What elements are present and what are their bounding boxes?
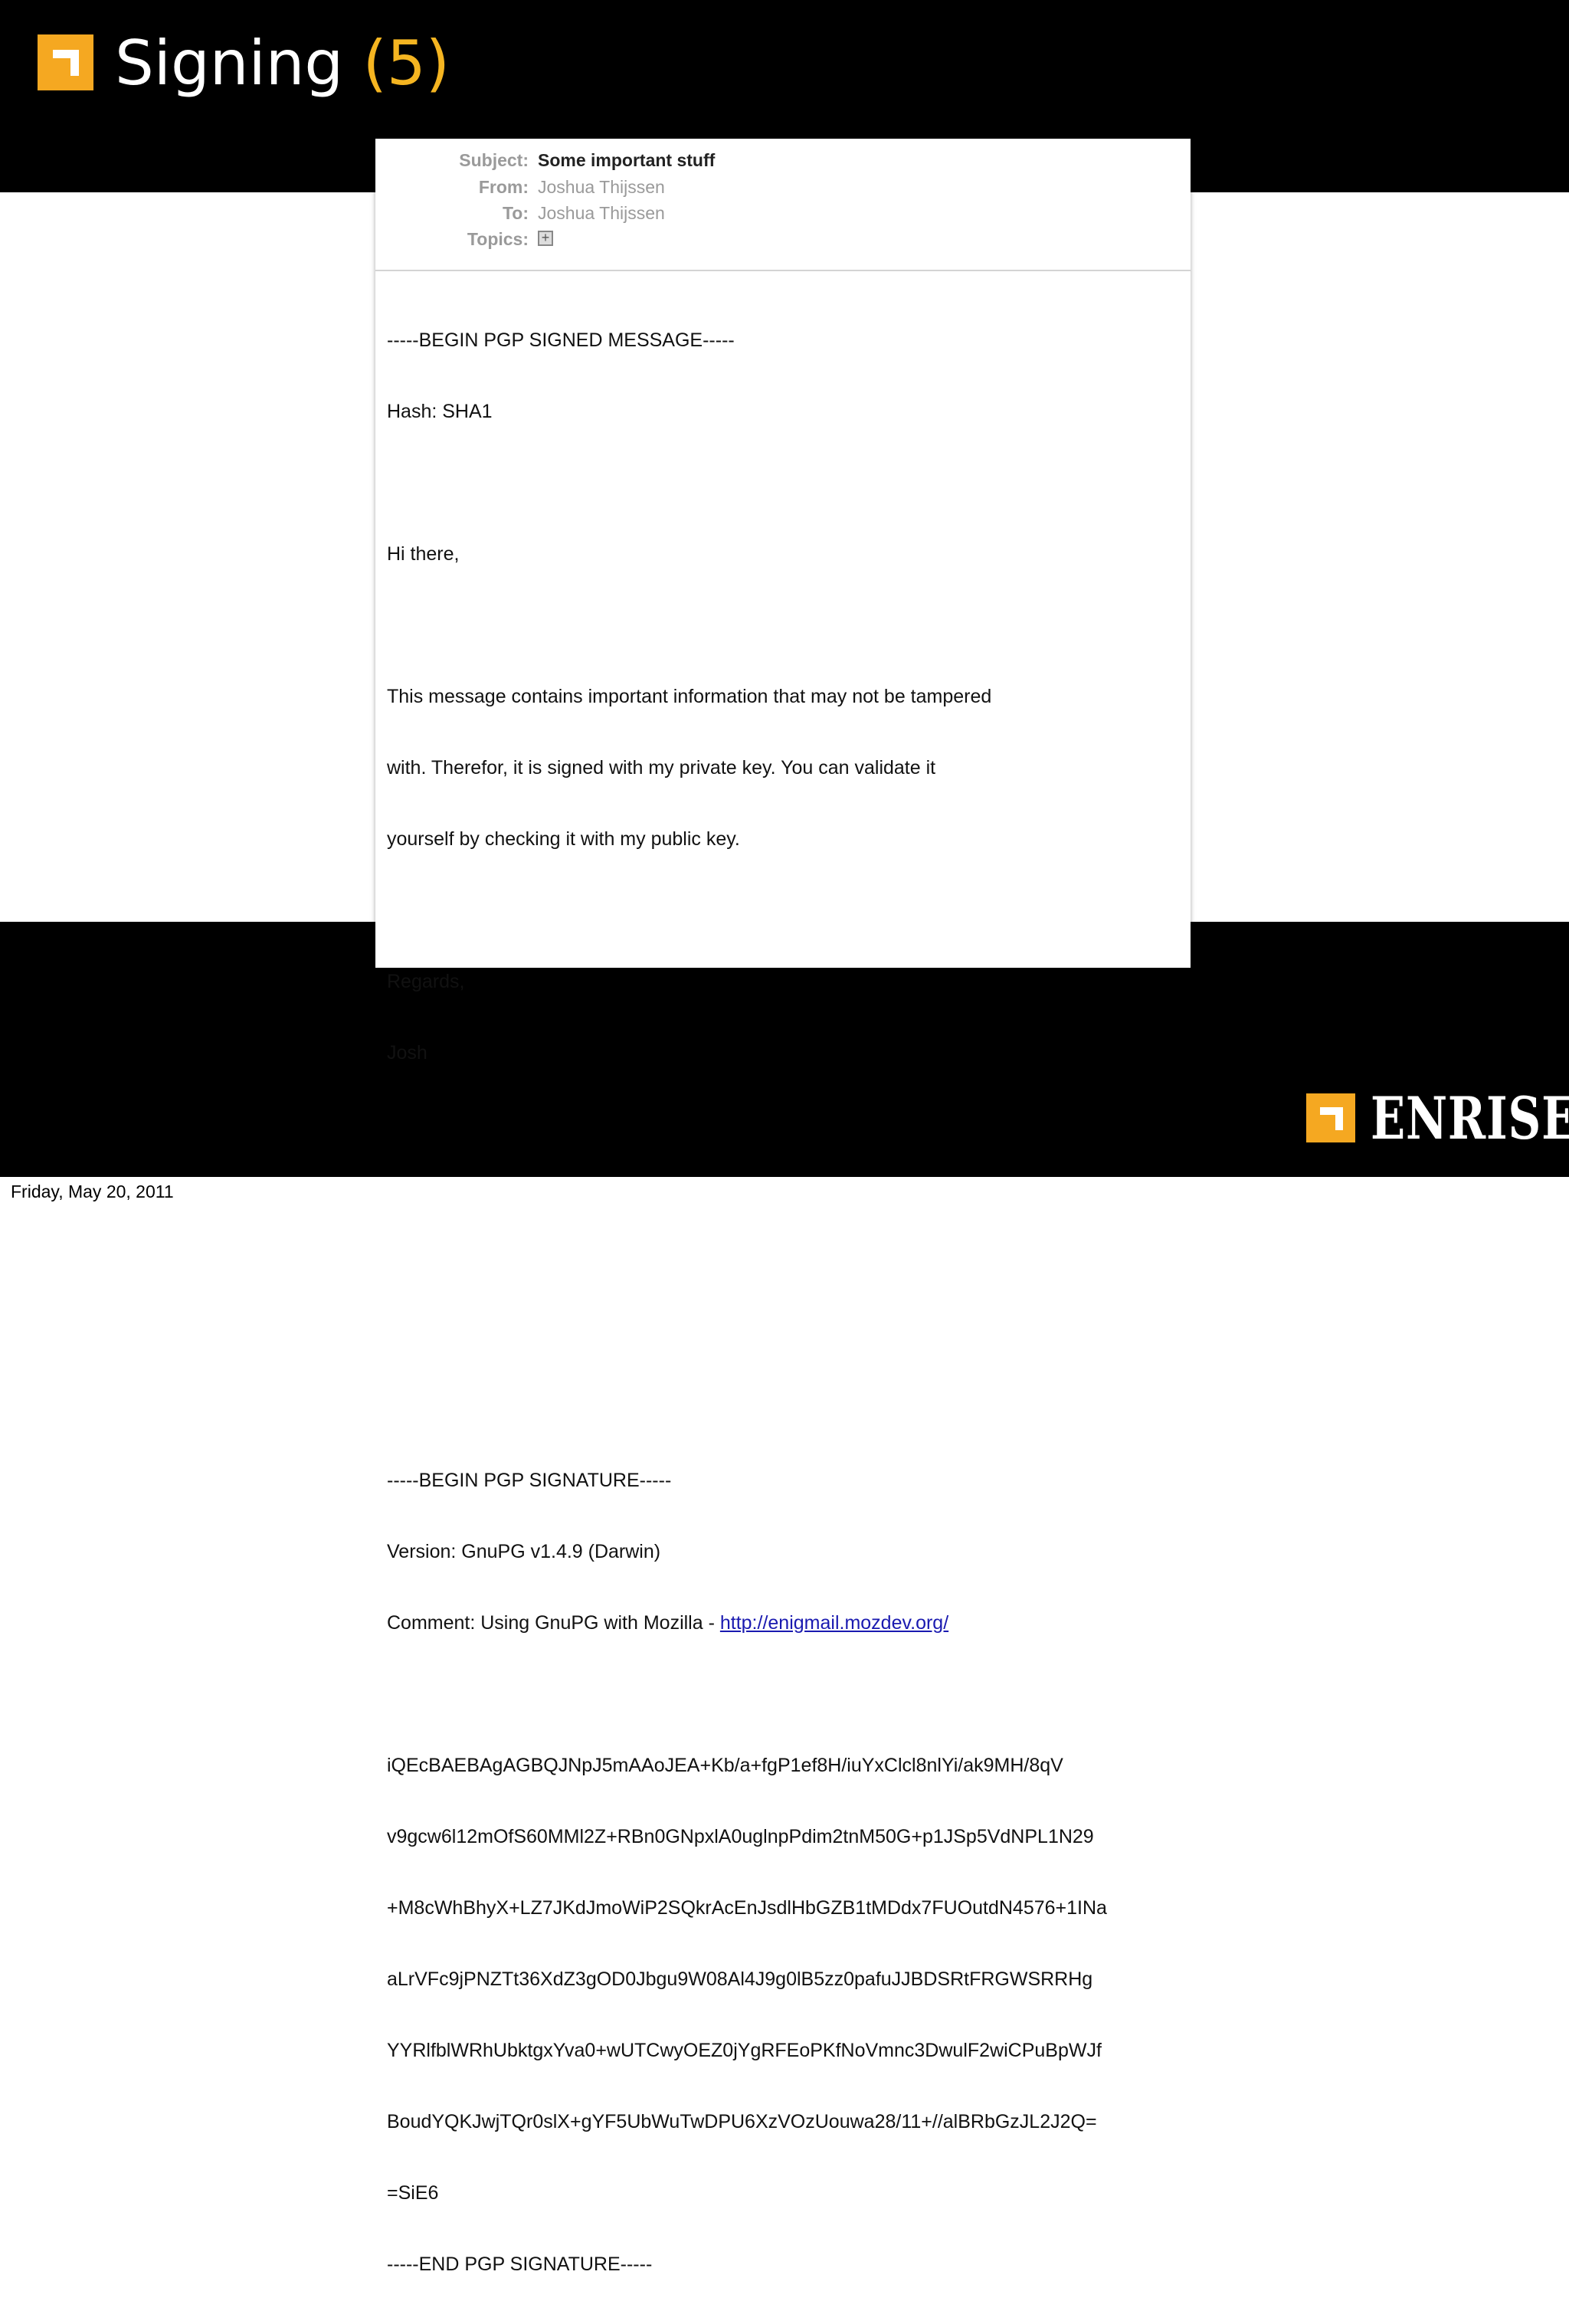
topics-value-row: + [375,227,1191,251]
paragraph-line: with. Therefor, it is signed with my pri… [387,757,936,778]
pgp-version: Version: GnuPG v1.4.9 (Darwin) [387,1541,661,1562]
paragraph-line: yourself by checking it with my public k… [387,828,740,850]
regards: Regards, [387,971,465,992]
signature-line: YYRlfblWRhUbktgxYva0+wUTCwyOEZ0jYgRFEoPK… [387,2040,1102,2061]
pgp-hash: Hash: SHA1 [387,401,493,422]
enrise-wordmark: ENRISE [1371,1084,1569,1152]
greeting: Hi there, [387,543,460,565]
pgp-comment: Comment: Using GnuPG with Mozilla - http… [387,1611,1184,1635]
enrise-logo-icon [38,34,93,90]
signature-line: =SiE6 [387,2182,439,2204]
signer-name: Josh [387,1042,427,1064]
subject-value: Some important stuff [538,150,716,170]
enigmail-link[interactable]: http://enigmail.mozdev.org/ [720,1612,948,1634]
email-body: -----BEGIN PGP SIGNED MESSAGE----- Hash:… [387,281,1184,2324]
email-window: Subject: Some important stuff From: Josh… [375,139,1191,2275]
signature-line: aLrVFc9jPNZTt36XdZ3gOD0Jbgu9W08Al4J9g0lB… [387,1968,1093,1990]
signature-line: v9gcw6l12mOfS60MMl2Z+RBn0GNpxlA0uglnpPdi… [387,1826,1094,1847]
footer-date: Friday, May 20, 2011 [11,1182,174,1201]
to-value[interactable]: Joshua Thijssen [538,201,665,225]
subject-value-row: Some important stuff [375,148,1191,172]
signature-line: BoudYQKJwjTQr0slX+gYF5UbWuTwDPU6XzVOzUou… [387,2111,1097,2132]
from-value[interactable]: Joshua Thijssen [538,175,665,199]
pgp-begin-message: -----BEGIN PGP SIGNED MESSAGE----- [387,329,735,351]
slide-title-number: (5) [362,28,450,99]
to-value-row: Joshua Thijssen [375,201,1191,225]
enrise-mark-icon [1306,1093,1355,1142]
from-value-row: Joshua Thijssen [375,175,1191,199]
slide-title: Signing (5) [115,29,450,98]
email-header: Subject: Some important stuff From: Josh… [375,139,1191,271]
paragraph-line: This message contains important informat… [387,686,992,707]
add-tag-icon[interactable]: + [538,231,553,246]
pgp-comment-prefix: Comment: Using GnuPG with Mozilla - [387,1612,720,1634]
pgp-end-signature: -----END PGP SIGNATURE----- [387,2254,653,2275]
signature-line: iQEcBAEBAgAGBQJNpJ5mAAoJEA+Kb/a+fgP1ef8H… [387,1755,1063,1776]
signature-line: +M8cWhBhyX+LZ7JKdJmoWiP2SQkrAcEnJsdlHbGZ… [387,1897,1107,1919]
slide-title-text: Signing [115,28,344,99]
pgp-begin-signature: -----BEGIN PGP SIGNATURE----- [387,1470,672,1491]
